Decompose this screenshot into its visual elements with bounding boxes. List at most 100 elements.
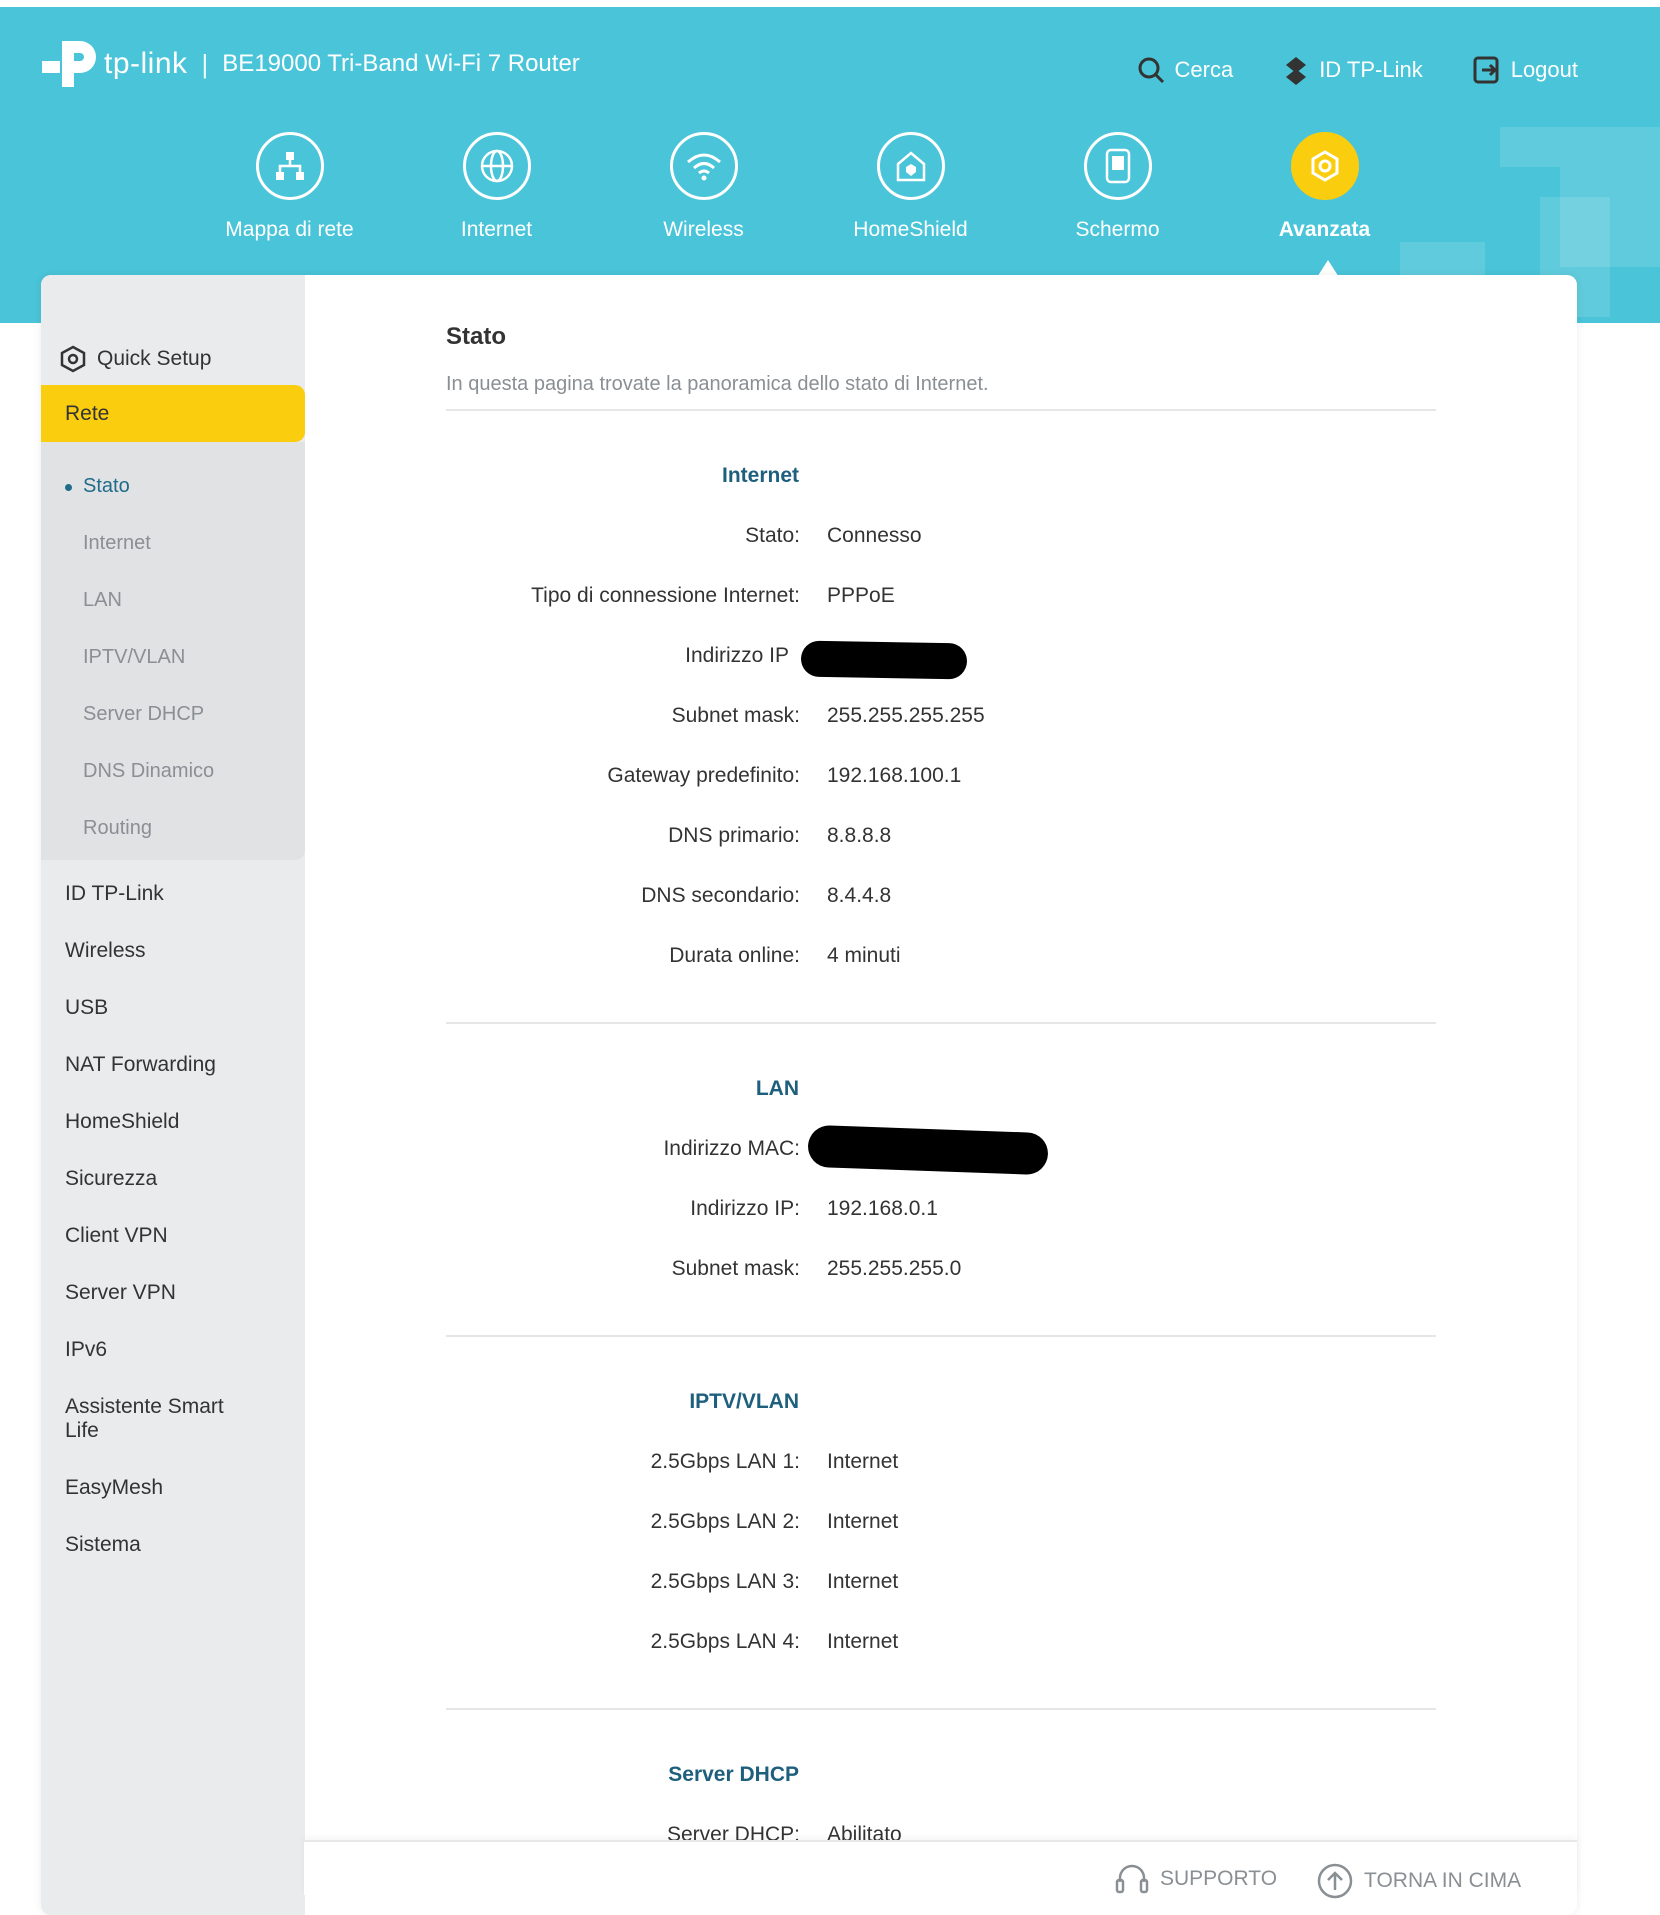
sidebar-sub-routing[interactable]: Routing bbox=[83, 817, 152, 840]
gear-icon bbox=[1290, 132, 1359, 200]
sidebar-item-easymesh[interactable]: EasyMesh bbox=[65, 1476, 163, 1500]
main-nav: Mappa di rete Internet Wireless HomeShie… bbox=[186, 132, 1428, 242]
lan-subnet-value: 255.255.255.0 bbox=[827, 1257, 962, 1280]
quick-setup-item[interactable]: Quick Setup bbox=[59, 345, 211, 373]
lan-ip-value: 192.168.0.1 bbox=[827, 1197, 938, 1220]
port-label: 2.5Gbps LAN 3: bbox=[650, 1570, 800, 1593]
section-heading-internet: Internet bbox=[721, 464, 799, 487]
nav-label: Mappa di rete bbox=[225, 218, 354, 241]
tplink-id-label: ID TP-Link bbox=[1319, 57, 1423, 82]
sidebar-item-wireless[interactable]: Wireless bbox=[65, 939, 146, 963]
port-value: Internet bbox=[827, 1510, 899, 1533]
nav-network-map[interactable]: Mappa di rete bbox=[186, 132, 393, 242]
search-label: Cerca bbox=[1174, 57, 1234, 82]
sidebar-item-vpn-client[interactable]: Client VPN bbox=[65, 1224, 168, 1248]
sidebar-item-vpn-server[interactable]: Server VPN bbox=[65, 1281, 176, 1305]
sidebar-sub-iptv-vlan[interactable]: IPTV/VLAN bbox=[83, 646, 185, 669]
sidebar-item-ipv6[interactable]: IPv6 bbox=[65, 1338, 107, 1362]
sidebar-sub-lan[interactable]: LAN bbox=[83, 589, 122, 612]
sidebar-item-usb[interactable]: USB bbox=[65, 996, 108, 1020]
brand-separator: | bbox=[201, 48, 209, 79]
sidebar-item-rete[interactable]: Rete bbox=[41, 385, 305, 442]
section-heading-iptv: IPTV/VLAN bbox=[689, 1390, 799, 1413]
quick-setup-label: Quick Setup bbox=[97, 347, 212, 370]
active-dot bbox=[65, 484, 72, 491]
nav-label: Internet bbox=[460, 218, 533, 241]
wan-ip-label: Indirizzo IP bbox=[685, 644, 789, 667]
nav-label: Wireless bbox=[663, 218, 744, 241]
tplink-logo[interactable]: tp-link | BE19000 Tri-Band Wi-Fi 7 Route… bbox=[40, 35, 580, 93]
sidebar-sub-stato[interactable]: Stato bbox=[65, 475, 130, 498]
gateway-label: Gateway predefinito: bbox=[607, 764, 800, 787]
gateway-value: 192.168.100.1 bbox=[827, 764, 962, 787]
section-heading-dhcp: Server DHCP bbox=[668, 1763, 799, 1786]
section-heading-lan: LAN bbox=[755, 1077, 799, 1100]
nav-screen[interactable]: Schermo bbox=[1014, 132, 1221, 242]
network-map-icon bbox=[255, 132, 324, 200]
nav-label: HomeShield bbox=[853, 218, 968, 241]
search-link[interactable]: Cerca bbox=[1137, 55, 1234, 85]
logout-icon bbox=[1473, 56, 1499, 84]
back-to-top-label: TORNA IN CIMA bbox=[1364, 1869, 1522, 1892]
secondary-dns-label: DNS secondario: bbox=[641, 884, 800, 907]
primary-dns-value: 8.8.8.8 bbox=[827, 824, 892, 847]
sidebar-sub-ddns[interactable]: DNS Dinamico bbox=[83, 760, 214, 783]
redacted-wan-ip bbox=[800, 640, 968, 680]
wan-subnet-label: Subnet mask: bbox=[671, 704, 800, 727]
redacted-mac-address bbox=[807, 1124, 1049, 1176]
mac-label: Indirizzo MAC: bbox=[663, 1137, 800, 1160]
arrow-up-circle-icon bbox=[1317, 1863, 1353, 1899]
sidebar-sub-dhcp-server[interactable]: Server DHCP bbox=[83, 703, 204, 726]
logout-link[interactable]: Logout bbox=[1473, 55, 1578, 85]
sidebar-sub-label: Stato bbox=[83, 475, 130, 497]
tplink-id-icon bbox=[1286, 57, 1307, 85]
uptime-value: 4 minuti bbox=[827, 944, 901, 967]
sidebar-item-security[interactable]: Sicurezza bbox=[65, 1167, 157, 1191]
globe-icon bbox=[462, 132, 531, 200]
sidebar-item-smart-life[interactable]: Assistente Smart Life bbox=[65, 1395, 255, 1443]
nav-advanced[interactable]: Avanzata bbox=[1221, 132, 1428, 242]
divider bbox=[446, 1708, 1436, 1710]
uptime-label: Durata online: bbox=[669, 944, 800, 967]
tplink-logo-icon bbox=[42, 41, 96, 87]
back-to-top-link[interactable]: TORNA IN CIMA bbox=[1316, 1862, 1521, 1900]
divider bbox=[446, 409, 1436, 411]
lan-subnet-label: Subnet mask: bbox=[671, 1257, 800, 1280]
status-label: Stato: bbox=[745, 524, 800, 547]
lan-ip-label: Indirizzo IP: bbox=[690, 1197, 800, 1220]
decor-shape bbox=[1500, 127, 1560, 167]
sidebar-item-tplink-id[interactable]: ID TP-Link bbox=[65, 882, 164, 906]
sidebar-item-system[interactable]: Sistema bbox=[65, 1533, 141, 1557]
connection-type-value: PPPoE bbox=[827, 584, 895, 607]
sidebar-sub-internet[interactable]: Internet bbox=[83, 532, 151, 555]
search-icon bbox=[1138, 57, 1164, 84]
port-label: 2.5Gbps LAN 1: bbox=[650, 1450, 800, 1473]
quick-setup-icon bbox=[60, 345, 86, 373]
brand-name: tp-link bbox=[104, 47, 188, 80]
nav-internet[interactable]: Internet bbox=[393, 132, 600, 242]
screen-icon bbox=[1083, 132, 1152, 200]
footer-bar: SUPPORTO TORNA IN CIMA bbox=[304, 1840, 1577, 1899]
wan-subnet-value: 255.255.255.255 bbox=[827, 704, 985, 727]
divider bbox=[446, 1335, 1436, 1337]
support-label: SUPPORTO bbox=[1160, 1867, 1278, 1890]
sidebar-item-homeshield[interactable]: HomeShield bbox=[65, 1110, 179, 1134]
logout-label: Logout bbox=[1510, 57, 1578, 82]
port-value: Internet bbox=[827, 1630, 899, 1653]
tplink-id-link[interactable]: ID TP-Link bbox=[1283, 55, 1423, 85]
router-model: BE19000 Tri-Band Wi-Fi 7 Router bbox=[222, 50, 580, 77]
nav-wireless[interactable]: Wireless bbox=[600, 132, 807, 242]
top-nav: Cerca ID TP-Link Logout bbox=[1137, 55, 1578, 85]
primary-dns-label: DNS primario: bbox=[668, 824, 800, 847]
page-description: In questa pagina trovate la panoramica d… bbox=[446, 373, 989, 395]
nav-label: Avanzata bbox=[1278, 218, 1371, 241]
status-value: Connesso bbox=[827, 524, 922, 547]
secondary-dns-value: 8.4.4.8 bbox=[827, 884, 892, 907]
support-link[interactable]: SUPPORTO bbox=[1114, 1862, 1277, 1896]
page-title: Stato bbox=[446, 323, 506, 350]
nav-homeshield[interactable]: HomeShield bbox=[807, 132, 1014, 242]
sidebar-item-nat-forwarding[interactable]: NAT Forwarding bbox=[65, 1053, 216, 1077]
port-label: 2.5Gbps LAN 4: bbox=[650, 1630, 800, 1653]
connection-type-label: Tipo di connessione Internet: bbox=[531, 584, 800, 607]
headset-icon bbox=[1115, 1864, 1149, 1894]
